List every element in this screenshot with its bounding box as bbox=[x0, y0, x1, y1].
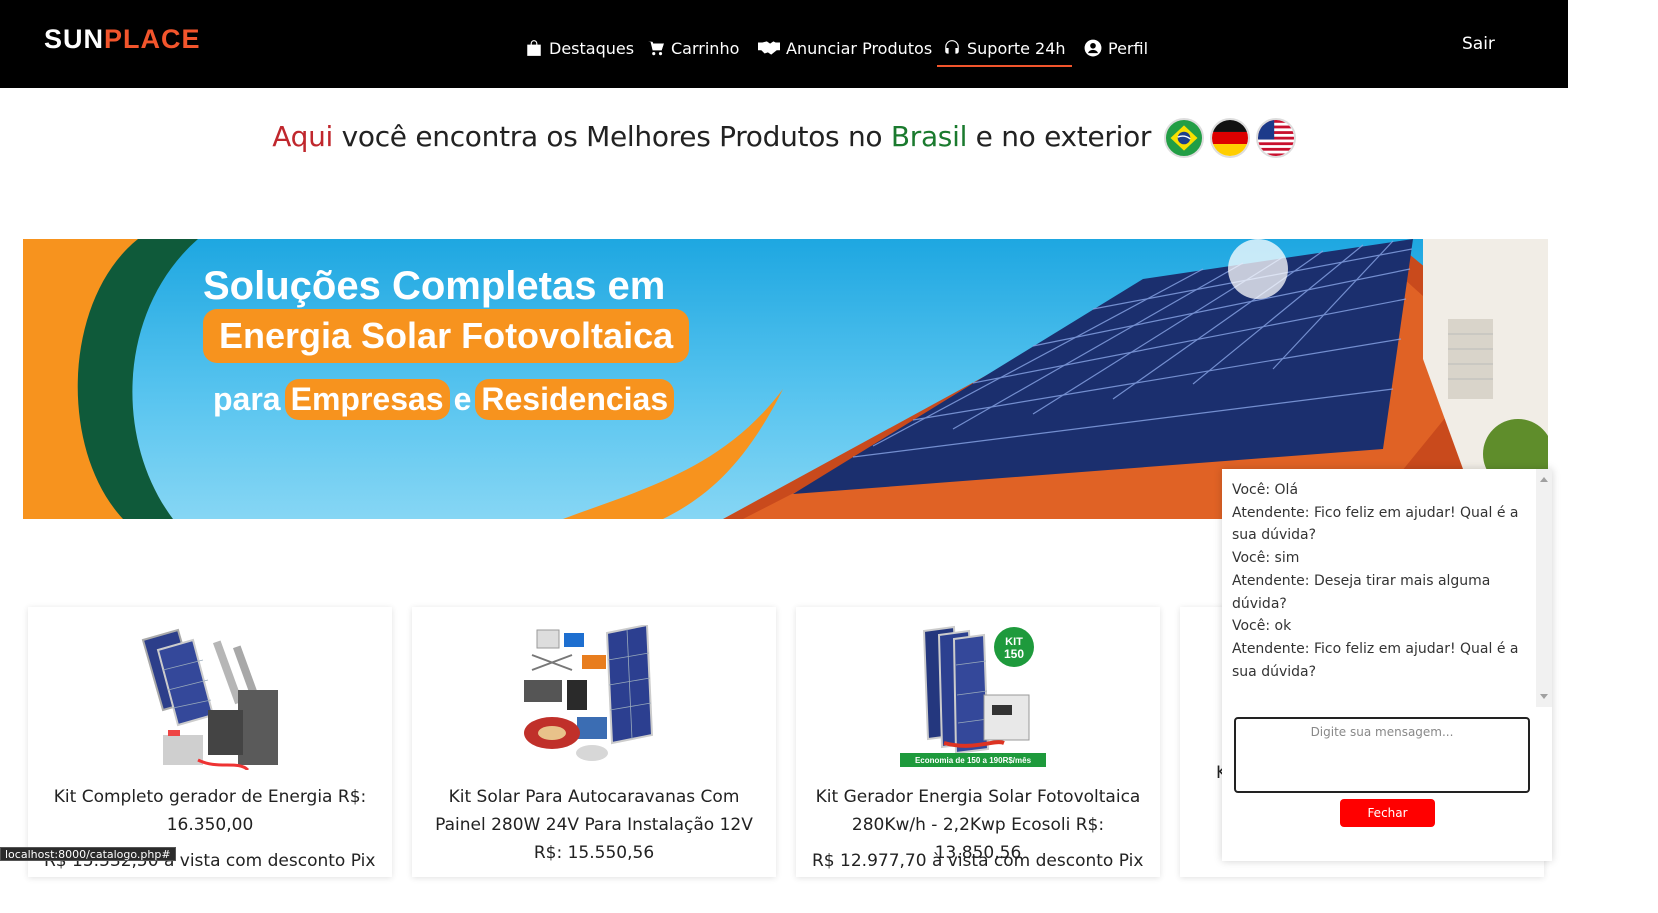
brand-logo-part1: SUN bbox=[44, 24, 105, 54]
nav-perfil-label: Perfil bbox=[1108, 38, 1149, 58]
page-headline: Aqui você encontra os Melhores Produtos … bbox=[0, 118, 1568, 158]
nav-anunciar-label: Anunciar Produtos bbox=[786, 38, 933, 58]
headset-icon bbox=[945, 40, 959, 54]
nav-carrinho[interactable]: Carrinho bbox=[647, 34, 739, 62]
product-card[interactable]: Kit Solar Para Autocaravanas Com Painel … bbox=[412, 607, 776, 877]
chat-scrollbar[interactable] bbox=[1536, 469, 1552, 707]
product-card[interactable]: Kit Completo gerador de Energia R$: 16.3… bbox=[28, 607, 392, 877]
chat-message: Atendente: Fico feliz em ajudar! Qual é … bbox=[1232, 504, 1519, 544]
chat-message: Você: ok bbox=[1232, 618, 1292, 635]
chat-message: Você: sim bbox=[1232, 550, 1300, 567]
chat-message: Você: Olá bbox=[1232, 482, 1299, 498]
handshake-icon bbox=[758, 41, 780, 55]
banner-e: e bbox=[453, 381, 472, 417]
top-navbar: SUNPLACE Destaques Carrinho Anunciar Pro… bbox=[0, 0, 1568, 88]
headline-text-2: e no exterior bbox=[967, 120, 1152, 153]
nav-destaques-label: Destaques bbox=[549, 38, 635, 58]
usa-flag-icon bbox=[1255, 118, 1296, 158]
chat-message: Atendente: Deseja tirar mais alguma dúvi… bbox=[1232, 572, 1491, 612]
flags-group bbox=[1163, 118, 1296, 158]
headline-word-brasil: Brasil bbox=[890, 120, 968, 153]
banner-line1: Soluções Completas em bbox=[203, 264, 666, 308]
headline-word-aqui: Aqui bbox=[272, 120, 334, 153]
support-chat-panel: Você: Olá Atendente: Fico feliz em ajuda… bbox=[1222, 469, 1552, 861]
banner-pill-residencias: Residencias bbox=[475, 379, 675, 420]
banner-para: para bbox=[213, 381, 281, 417]
nav-suporte-label: Suporte 24h bbox=[967, 38, 1066, 58]
chat-message: Atendente: Fico feliz em ajudar! Qual é … bbox=[1232, 640, 1519, 680]
product-image[interactable] bbox=[28, 625, 392, 770]
product-price-note: R$ 12.977,70 à vista com desconto Pix ou bbox=[812, 851, 1144, 871]
chat-message-input[interactable] bbox=[1234, 717, 1530, 793]
nav-carrinho-label: Carrinho bbox=[671, 38, 740, 58]
brand-logo[interactable]: SUNPLACE bbox=[44, 24, 201, 55]
product-image[interactable] bbox=[412, 625, 776, 770]
chat-close-button[interactable]: Fechar bbox=[1340, 799, 1435, 827]
scroll-down-arrow-icon[interactable] bbox=[1540, 694, 1548, 699]
germany-flag-icon bbox=[1209, 118, 1250, 158]
headline-text-1: você encontra os Melhores Produtos no bbox=[333, 120, 891, 153]
kit-economy-strip: Economia de 150 a 190R$/mês bbox=[915, 756, 1032, 765]
user-circle-icon bbox=[1084, 39, 1102, 57]
banner-line2: Energia Solar Fotovoltaica bbox=[203, 309, 690, 363]
chat-message-list: Você: Olá Atendente: Fico feliz em ajuda… bbox=[1232, 479, 1532, 709]
cart-icon bbox=[648, 41, 664, 56]
product-title[interactable]: Kit Solar Para Autocaravanas Com Painel … bbox=[428, 783, 760, 867]
product-title[interactable]: Kit Completo gerador de Energia R$: 16.3… bbox=[44, 783, 376, 839]
banner-line3: para Empresas e Residencias bbox=[213, 379, 675, 420]
nav-anunciar[interactable]: Anunciar Produtos bbox=[758, 34, 932, 62]
nav-suporte[interactable]: Suporte 24h bbox=[937, 34, 1072, 67]
nav-destaques[interactable]: Destaques bbox=[525, 34, 634, 62]
product-card[interactable]: KIT 150 Economia de 150 a 190R$/mês Kit … bbox=[796, 607, 1160, 877]
scroll-up-arrow-icon[interactable] bbox=[1540, 477, 1548, 482]
brazil-flag-icon bbox=[1163, 118, 1204, 158]
logout-link[interactable]: Sair bbox=[1462, 34, 1495, 54]
banner-pill-empresas: Empresas bbox=[284, 379, 450, 420]
nav-perfil[interactable]: Perfil bbox=[1084, 34, 1148, 62]
shopping-bag-icon bbox=[527, 40, 541, 56]
scroll-thumb[interactable] bbox=[1539, 487, 1549, 687]
brand-logo-part2: PLACE bbox=[104, 24, 201, 54]
product-image[interactable]: KIT 150 Economia de 150 a 190R$/mês bbox=[796, 625, 1160, 770]
browser-status-url: localhost:8000/catalogo.php# bbox=[0, 847, 176, 861]
kit-badge-num: 150 bbox=[1004, 647, 1024, 661]
